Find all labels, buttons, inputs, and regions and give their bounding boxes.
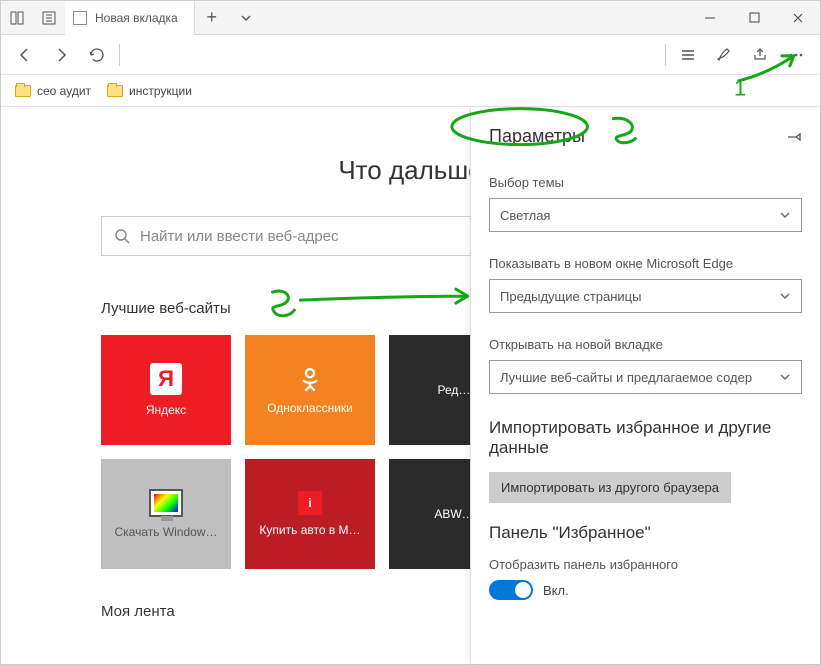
favorites-bar-item[interactable]: инструкции	[107, 84, 192, 98]
top-site-tile[interactable]: i Купить авто в М…	[245, 459, 375, 569]
show-favbar-label: Отобразить панель избранного	[489, 557, 802, 572]
toggle-state-label: Вкл.	[543, 583, 569, 598]
window-close-button[interactable]	[776, 1, 820, 35]
tile-label: Купить авто в М…	[255, 523, 364, 537]
monitor-icon	[149, 489, 183, 517]
settings-panel: Параметры Выбор темы Светлая Показывать …	[470, 108, 820, 664]
share-icon[interactable]	[742, 37, 778, 73]
favorites-item-label: инструкции	[129, 84, 192, 98]
set-aside-tabs-icon[interactable]	[33, 1, 65, 35]
search-icon	[114, 228, 130, 244]
top-site-tile[interactable]: Скачать Window…	[101, 459, 231, 569]
more-menu-button[interactable]	[778, 37, 814, 73]
top-site-tile[interactable]: Я Яндекс	[101, 335, 231, 445]
address-bar[interactable]	[130, 41, 655, 69]
reading-list-icon[interactable]	[670, 37, 706, 73]
theme-value: Светлая	[500, 208, 550, 223]
folder-icon	[15, 85, 31, 97]
tile-label: Одноклассники	[263, 401, 357, 415]
open-with-label: Показывать в новом окне Microsoft Edge	[489, 256, 802, 271]
new-tab-button[interactable]: +	[195, 1, 229, 35]
top-site-tile[interactable]: Одноклассники	[245, 335, 375, 445]
odnoklassniki-icon	[296, 365, 324, 393]
import-button-label: Импортировать из другого браузера	[501, 480, 719, 495]
theme-select[interactable]: Светлая	[489, 198, 802, 232]
favorites-item-label: сео аудит	[37, 84, 91, 98]
newtab-label: Открывать на новой вкладке	[489, 337, 802, 352]
settings-title: Параметры	[489, 126, 585, 147]
back-button[interactable]	[7, 37, 43, 73]
import-heading: Импортировать избранное и другие данные	[489, 418, 802, 458]
favorites-bar: сео аудит инструкции	[1, 75, 820, 107]
browser-toolbar	[1, 35, 820, 75]
tab-preview-icon[interactable]	[1, 1, 33, 35]
newtab-value: Лучшие веб-сайты и предлагаемое содер	[500, 370, 752, 385]
chevron-down-icon	[779, 209, 791, 221]
tile-label: Ред…	[434, 383, 475, 397]
window-maximize-button[interactable]	[732, 1, 776, 35]
notes-icon[interactable]	[706, 37, 742, 73]
chevron-down-icon	[779, 371, 791, 383]
open-with-value: Предыдущие страницы	[500, 289, 641, 304]
import-button[interactable]: Импортировать из другого браузера	[489, 472, 731, 503]
browser-tab[interactable]: Новая вкладка	[65, 1, 195, 35]
folder-icon	[107, 85, 123, 97]
yandex-icon: Я	[150, 363, 182, 395]
window-titlebar: Новая вкладка +	[1, 1, 820, 35]
show-favbar-toggle[interactable]	[489, 580, 533, 600]
forward-button[interactable]	[43, 37, 79, 73]
chevron-down-icon	[779, 290, 791, 302]
pin-icon[interactable]	[786, 129, 802, 145]
tab-title: Новая вкладка	[95, 11, 178, 25]
tab-favicon	[73, 11, 87, 25]
tabs-chevron-icon[interactable]	[229, 1, 263, 35]
newtab-select[interactable]: Лучшие веб-сайты и предлагаемое содер	[489, 360, 802, 394]
favorites-heading: Панель "Избранное"	[489, 523, 802, 543]
tile-label: Скачать Window…	[110, 525, 221, 539]
window-minimize-button[interactable]	[688, 1, 732, 35]
refresh-button[interactable]	[79, 37, 115, 73]
open-with-select[interactable]: Предыдущие страницы	[489, 279, 802, 313]
search-placeholder: Найти или ввести веб-адрес	[140, 228, 339, 245]
app-icon: i	[298, 491, 322, 515]
tile-label: Яндекс	[142, 403, 190, 417]
favorites-bar-item[interactable]: сео аудит	[15, 84, 91, 98]
theme-label: Выбор темы	[489, 175, 802, 190]
